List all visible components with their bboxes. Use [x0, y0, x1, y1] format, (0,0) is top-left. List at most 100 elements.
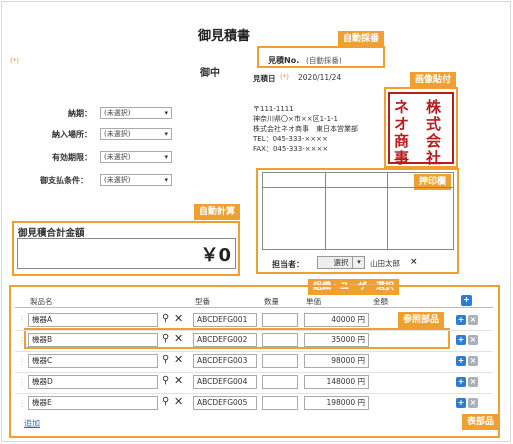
search-icon[interactable]: ⚲ — [162, 333, 169, 344]
unit-price: 35000 円 — [331, 335, 365, 344]
drag-handle-icon[interactable]: ⋮ — [18, 315, 26, 324]
drag-handle-icon[interactable]: ⋮ — [18, 378, 26, 387]
delivery-date-label: 納期： — [68, 109, 92, 118]
chevron-down-icon: ▾ — [164, 153, 168, 161]
model-number: ABCDEFG003 — [197, 356, 248, 365]
clear-icon[interactable]: ✕ — [174, 353, 183, 366]
clear-icon[interactable]: ✕ — [174, 312, 183, 325]
person-label: 担当者： — [272, 260, 304, 269]
seal-grid — [262, 172, 454, 250]
col-header-amount: 金額 — [373, 297, 388, 306]
search-icon[interactable]: ⚲ — [162, 396, 169, 407]
qty-input[interactable] — [262, 333, 298, 347]
seal-char: 社 — [426, 149, 442, 167]
delivery-place-select[interactable]: (未選択) ▾ — [100, 128, 172, 140]
qty-input[interactable] — [262, 375, 298, 389]
person-name: 山田太郎 — [370, 259, 400, 268]
add-row-icon[interactable]: + — [456, 398, 466, 408]
drag-handle-icon[interactable]: ⋮ — [18, 357, 26, 366]
search-icon[interactable]: ⚲ — [162, 375, 169, 386]
price-input[interactable]: 35000 円 — [304, 333, 369, 347]
drag-handle-icon[interactable]: ⋮ — [18, 399, 26, 408]
seal-char: 事 — [394, 149, 410, 167]
model-number: ABCDEFG002 — [197, 335, 248, 344]
search-icon[interactable]: ⚲ — [162, 354, 169, 365]
product-name-input[interactable]: 機器A — [28, 313, 158, 327]
product-name-input[interactable]: 機器E — [28, 396, 158, 410]
add-row-icon[interactable]: + — [461, 295, 472, 306]
add-row-icon[interactable]: + — [456, 335, 466, 345]
grid-line — [263, 187, 453, 188]
price-input[interactable]: 198000 円 — [304, 396, 369, 410]
sender-zip: 〒111-1111 — [253, 105, 294, 113]
delete-row-icon[interactable]: × — [468, 356, 478, 366]
select-value: (未選択) — [104, 109, 131, 117]
product-name-input[interactable]: 機器C — [28, 354, 158, 368]
drag-handle-icon[interactable]: ⋮ — [18, 336, 26, 345]
col-header-model: 型番 — [195, 297, 210, 306]
sender-tel: TEL：045-333-×××× — [253, 135, 328, 143]
clear-icon[interactable]: ✕ — [174, 395, 183, 408]
add-row-link[interactable]: 追加 — [24, 418, 40, 429]
table-parts-tag: 表部品 — [462, 414, 500, 430]
clear-icon[interactable]: ✕ — [174, 374, 183, 387]
delivery-place-label: 納入場所： — [52, 130, 92, 139]
date-label: 見積日 — [253, 74, 276, 83]
sender-block: 〒111-1111 神奈川県〇×市××区1-1-1 株式会社ネオ商事 東日本営業… — [253, 104, 358, 154]
unit-price: 148000 円 — [326, 377, 365, 386]
auto-number-box — [257, 46, 385, 68]
qty-input[interactable] — [262, 313, 298, 327]
total-label: 御見積合計金額 — [18, 228, 85, 239]
add-row-icon[interactable]: + — [456, 356, 466, 366]
payment-terms-select[interactable]: (未選択) ▾ — [100, 174, 172, 186]
image-paste-tag: 画像貼付 — [410, 72, 457, 88]
row-divider — [15, 351, 493, 352]
chevron-down-icon: ▾ — [164, 109, 168, 117]
col-header-qty: 数量 — [264, 297, 279, 306]
clear-icon[interactable]: ✕ — [174, 332, 183, 345]
product-name-input[interactable]: 機器D — [28, 375, 158, 389]
price-input[interactable]: 40000 円 — [304, 313, 369, 327]
delete-row-icon[interactable]: × — [468, 377, 478, 387]
col-header-product: 製品名 — [30, 297, 53, 306]
model-input[interactable]: ABCDEFG005 — [193, 396, 257, 410]
sender-fax: FAX：045-333-×××× — [253, 145, 329, 153]
sender-address: 神奈川県〇×市××区1-1-1 — [253, 115, 339, 123]
product-name: 機器B — [32, 335, 53, 344]
row-divider — [15, 372, 493, 373]
chevron-down-icon: ▾ — [164, 130, 168, 138]
required-mark: (*) — [10, 57, 19, 65]
unit-price: 198000 円 — [326, 398, 365, 407]
qty-input[interactable] — [262, 396, 298, 410]
delivery-date-select[interactable]: (未選択) ▾ — [100, 107, 172, 119]
chevron-down-icon: ▾ — [164, 176, 168, 184]
chevron-down-icon[interactable]: ▾ — [352, 256, 365, 269]
row-divider — [15, 330, 493, 331]
model-input[interactable]: ABCDEFG003 — [193, 354, 257, 368]
delete-row-icon[interactable]: × — [468, 315, 478, 325]
delete-row-icon[interactable]: × — [468, 335, 478, 345]
product-name: 機器D — [32, 377, 53, 386]
qty-input[interactable] — [262, 354, 298, 368]
delete-row-icon[interactable]: × — [468, 398, 478, 408]
company-seal-image: 株 式 会 社 ネ オ 商 事 — [388, 92, 454, 167]
person-select-label: 選択 — [333, 258, 349, 267]
product-name-input[interactable]: 機器B — [28, 333, 158, 347]
payment-terms-label: 御支払条件： — [40, 176, 88, 185]
model-input[interactable]: ABCDEFG002 — [193, 333, 257, 347]
expiry-select[interactable]: (未選択) ▾ — [100, 151, 172, 163]
add-row-icon[interactable]: + — [456, 377, 466, 387]
price-input[interactable]: 98000 円 — [304, 354, 369, 368]
auto-number-tag: 自動採番 — [338, 31, 385, 47]
date-value[interactable]: 2020/11/24 — [298, 73, 341, 82]
model-input[interactable]: ABCDEFG004 — [193, 375, 257, 389]
search-icon[interactable]: ⚲ — [162, 313, 169, 324]
grid-line — [387, 173, 388, 249]
model-input[interactable]: ABCDEFG001 — [193, 313, 257, 327]
price-input[interactable]: 148000 円 — [304, 375, 369, 389]
close-icon[interactable]: × — [410, 257, 418, 267]
col-header-price: 単価 — [306, 297, 321, 306]
add-row-icon[interactable]: + — [456, 315, 466, 325]
select-value: (未選択) — [104, 176, 131, 184]
gochu-label: 御中 — [200, 68, 220, 79]
